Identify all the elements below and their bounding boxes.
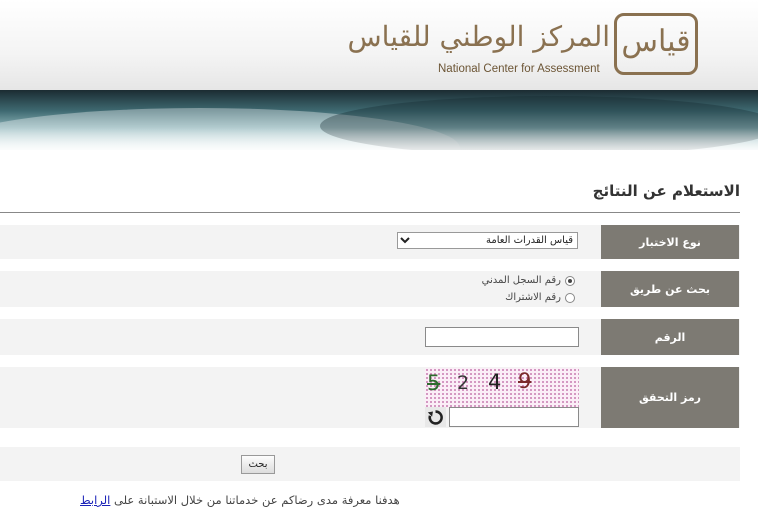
radio-civil-id[interactable] xyxy=(565,275,575,286)
radio-civil-id-option[interactable]: رقم السجل المدني xyxy=(482,275,575,286)
captcha-label: رمز التحقق xyxy=(601,367,739,428)
title-divider xyxy=(0,212,740,213)
logo-english-text: National Center for Assessment xyxy=(438,63,600,75)
survey-note: هدفنا معرفة مدى رضاكم عن خدماتنا من خلال… xyxy=(80,493,400,507)
radio-civil-id-label: رقم السجل المدني xyxy=(481,275,561,286)
captcha-input[interactable] xyxy=(449,407,579,427)
survey-text: هدفنا معرفة مدى رضاكم عن خدماتنا من خلال… xyxy=(114,493,400,507)
search-button[interactable]: بحث xyxy=(241,455,275,474)
radio-subscription-label: رقم الاشتراك xyxy=(505,292,561,303)
captcha-digit: 4 xyxy=(488,370,502,394)
number-label: الرقم xyxy=(601,319,739,355)
page-title: الاستعلام عن النتائج xyxy=(592,182,740,200)
radio-subscription[interactable] xyxy=(565,292,575,303)
captcha-digit: 9 xyxy=(518,369,532,393)
captcha-digit: 5 xyxy=(427,371,441,395)
radio-subscription-option[interactable]: رقم الاشتراك xyxy=(505,292,575,303)
captcha-image: 5 2 4 9 xyxy=(425,368,579,408)
number-input[interactable] xyxy=(425,327,579,347)
submit-row xyxy=(0,447,740,481)
site-header: المركز الوطني للقياس National Center for… xyxy=(0,0,758,90)
search-by-label: بحث عن طريق xyxy=(601,271,739,307)
survey-link[interactable]: الرابط xyxy=(80,493,110,507)
refresh-icon xyxy=(427,409,443,425)
exam-type-label: نوع الاختبار xyxy=(601,225,739,259)
refresh-captcha-button[interactable] xyxy=(425,407,446,427)
captcha-digit: 2 xyxy=(457,372,470,394)
exam-type-select[interactable]: قياس القدرات العامة xyxy=(397,232,578,249)
qiyas-logo: قياس xyxy=(614,13,698,75)
logo-arabic-text: المركز الوطني للقياس xyxy=(347,20,611,53)
header-banner xyxy=(0,90,758,150)
